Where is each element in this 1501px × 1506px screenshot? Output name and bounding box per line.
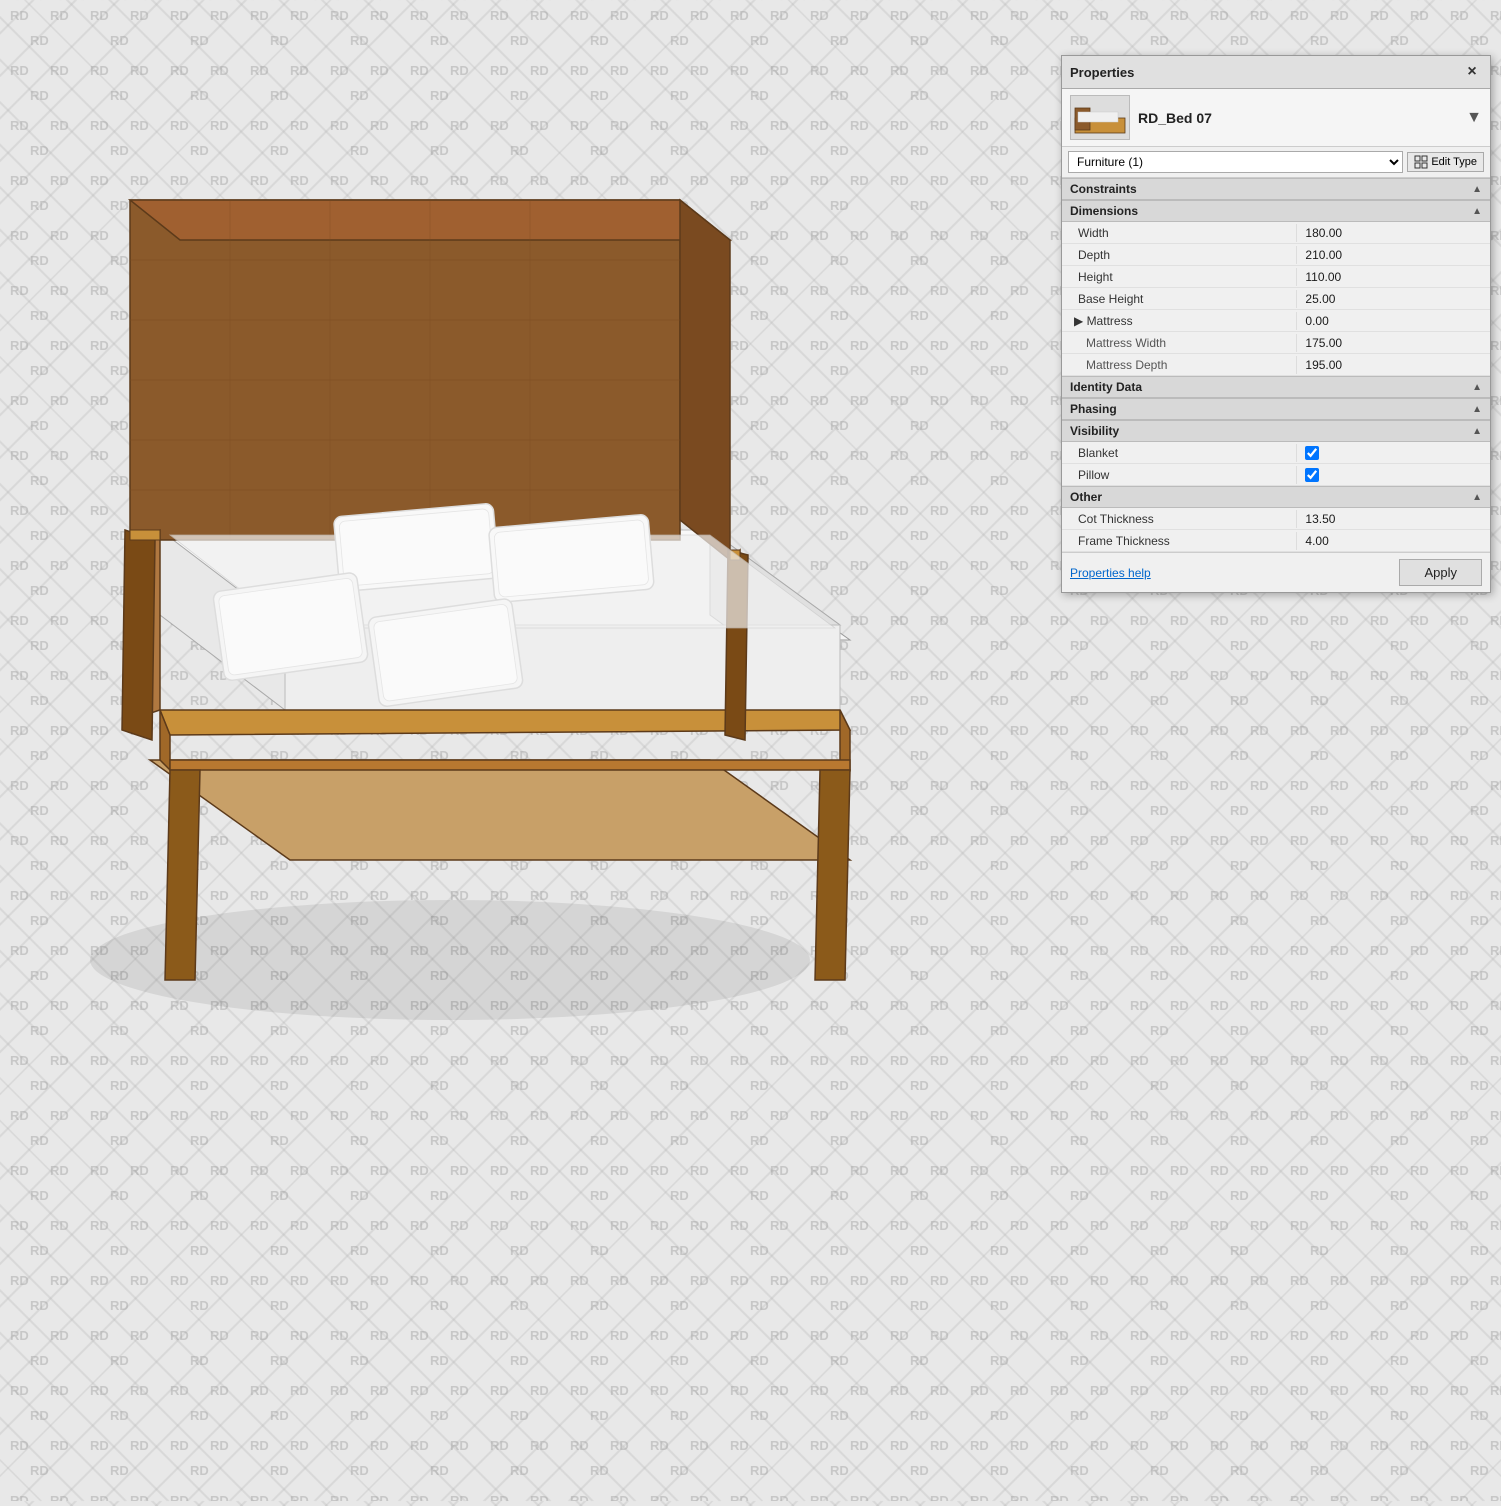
section-constraints[interactable]: Constraints ▲ [1062,178,1490,200]
type-dropdown[interactable]: Furniture (1) [1068,151,1403,173]
frame-thickness-label: Frame Thickness [1062,532,1297,550]
section-other[interactable]: Other ▲ [1062,486,1490,508]
object-dropdown-arrow[interactable]: ▼ [1466,109,1482,127]
prop-row-base-height: Base Height 25.00 [1062,288,1490,310]
pillow-checkbox-cell [1297,466,1490,484]
base-height-label: Base Height [1062,290,1297,308]
prop-row-pillow: Pillow [1062,464,1490,486]
panel-titlebar: Properties × [1062,56,1490,89]
pillow-checkbox[interactable] [1305,468,1319,482]
prop-row-mattress-width: Mattress Width 175.00 [1062,332,1490,354]
mattress-width-value[interactable]: 175.00 [1297,334,1490,352]
prop-row-blanket: Blanket [1062,442,1490,464]
close-button[interactable]: × [1462,62,1482,82]
apply-button[interactable]: Apply [1399,559,1482,586]
panel-title: Properties [1070,65,1134,80]
depth-value[interactable]: 210.00 [1297,246,1490,264]
edit-type-button[interactable]: Edit Type [1407,152,1484,172]
prop-row-mattress: ▶ Mattress 0.00 [1062,310,1490,332]
dimensions-toggle[interactable]: ▲ [1472,206,1482,217]
section-dimensions[interactable]: Dimensions ▲ [1062,200,1490,222]
other-toggle[interactable]: ▲ [1472,492,1482,503]
blanket-label: Blanket [1062,444,1297,462]
mattress-value[interactable]: 0.00 [1297,312,1490,330]
constraints-toggle[interactable]: ▲ [1472,184,1482,195]
width-value[interactable]: 180.00 [1297,224,1490,242]
frame-thickness-value[interactable]: 4.00 [1297,532,1490,550]
blanket-checkbox-cell [1297,444,1490,462]
type-selector-row: Furniture (1) Edit Type [1062,147,1490,178]
mattress-depth-value[interactable]: 195.00 [1297,356,1490,374]
depth-label: Depth [1062,246,1297,264]
width-label: Width [1062,224,1297,242]
mattress-depth-label: Mattress Depth [1062,356,1297,374]
section-identity-data[interactable]: Identity Data ▲ [1062,376,1490,398]
prop-row-mattress-depth: Mattress Depth 195.00 [1062,354,1490,376]
cot-thickness-label: Cot Thickness [1062,510,1297,528]
properties-panel: Properties × RD_Bed 07 ▼ Furniture (1) E [1061,55,1491,593]
cot-thickness-value[interactable]: 13.50 [1297,510,1490,528]
prop-row-cot-thickness: Cot Thickness 13.50 [1062,508,1490,530]
section-phasing[interactable]: Phasing ▲ [1062,398,1490,420]
bed-illustration [30,40,930,1090]
base-height-value[interactable]: 25.00 [1297,290,1490,308]
pillow-label: Pillow [1062,466,1297,484]
identity-data-toggle[interactable]: ▲ [1472,382,1482,393]
object-name: RD_Bed 07 [1138,110,1458,126]
mattress-width-label: Mattress Width [1062,334,1297,352]
object-thumbnail [1070,95,1130,140]
phasing-toggle[interactable]: ▲ [1472,404,1482,415]
prop-row-height: Height 110.00 [1062,266,1490,288]
section-visibility[interactable]: Visibility ▲ [1062,420,1490,442]
panel-bottom: Properties help Apply [1062,552,1490,592]
prop-row-width: Width 180.00 [1062,222,1490,244]
panel-header: RD_Bed 07 ▼ [1062,89,1490,147]
height-label: Height [1062,268,1297,286]
visibility-toggle[interactable]: ▲ [1472,426,1482,437]
edit-type-icon [1414,155,1428,169]
prop-row-frame-thickness: Frame Thickness 4.00 [1062,530,1490,552]
prop-row-depth: Depth 210.00 [1062,244,1490,266]
properties-help-link[interactable]: Properties help [1070,566,1151,580]
height-value[interactable]: 110.00 [1297,268,1490,286]
mattress-label: ▶ Mattress [1062,312,1297,330]
blanket-checkbox[interactable] [1305,446,1319,460]
